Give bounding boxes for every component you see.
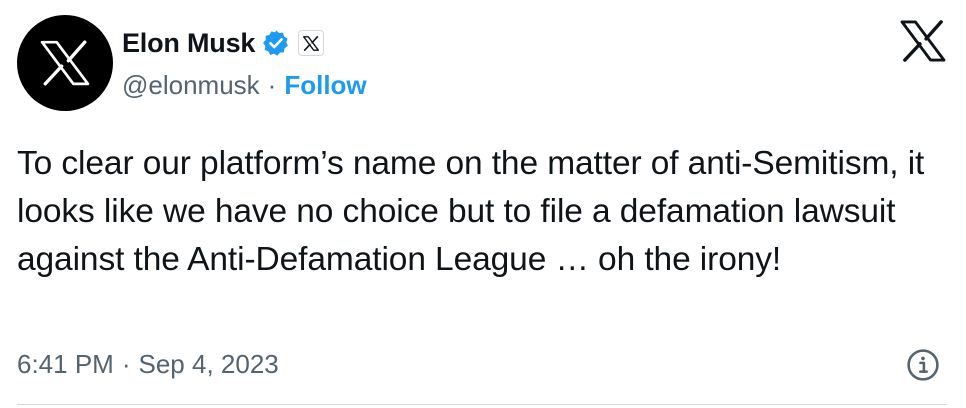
author-handle[interactable]: @elonmusk <box>122 70 260 101</box>
tweet-text: To clear our platform’s name on the matt… <box>17 145 925 278</box>
avatar[interactable] <box>17 15 113 111</box>
tweet-card: Elon Musk @elonmusk · Follow To clear ou… <box>0 0 966 408</box>
x-affiliate-badge-icon[interactable] <box>298 30 325 56</box>
x-brand-logo-icon[interactable] <box>900 20 946 62</box>
tweet-date: Sep 4, 2023 <box>138 348 279 379</box>
divider <box>17 404 947 405</box>
author-display-name[interactable]: Elon Musk <box>122 28 255 59</box>
author-handle-row: @elonmusk · Follow <box>122 68 367 102</box>
verified-badge-icon[interactable] <box>262 29 290 57</box>
tweet-timestamp[interactable]: 6:41 PM · Sep 4, 2023 <box>17 345 279 383</box>
handle-separator: · <box>267 69 277 100</box>
author-name-row: Elon Musk <box>122 25 325 61</box>
follow-button[interactable]: Follow <box>284 70 366 101</box>
x-logo-icon <box>40 40 90 86</box>
timestamp-separator: · <box>121 348 131 379</box>
tweet-time: 6:41 PM <box>17 348 114 379</box>
info-icon[interactable] <box>905 347 941 383</box>
